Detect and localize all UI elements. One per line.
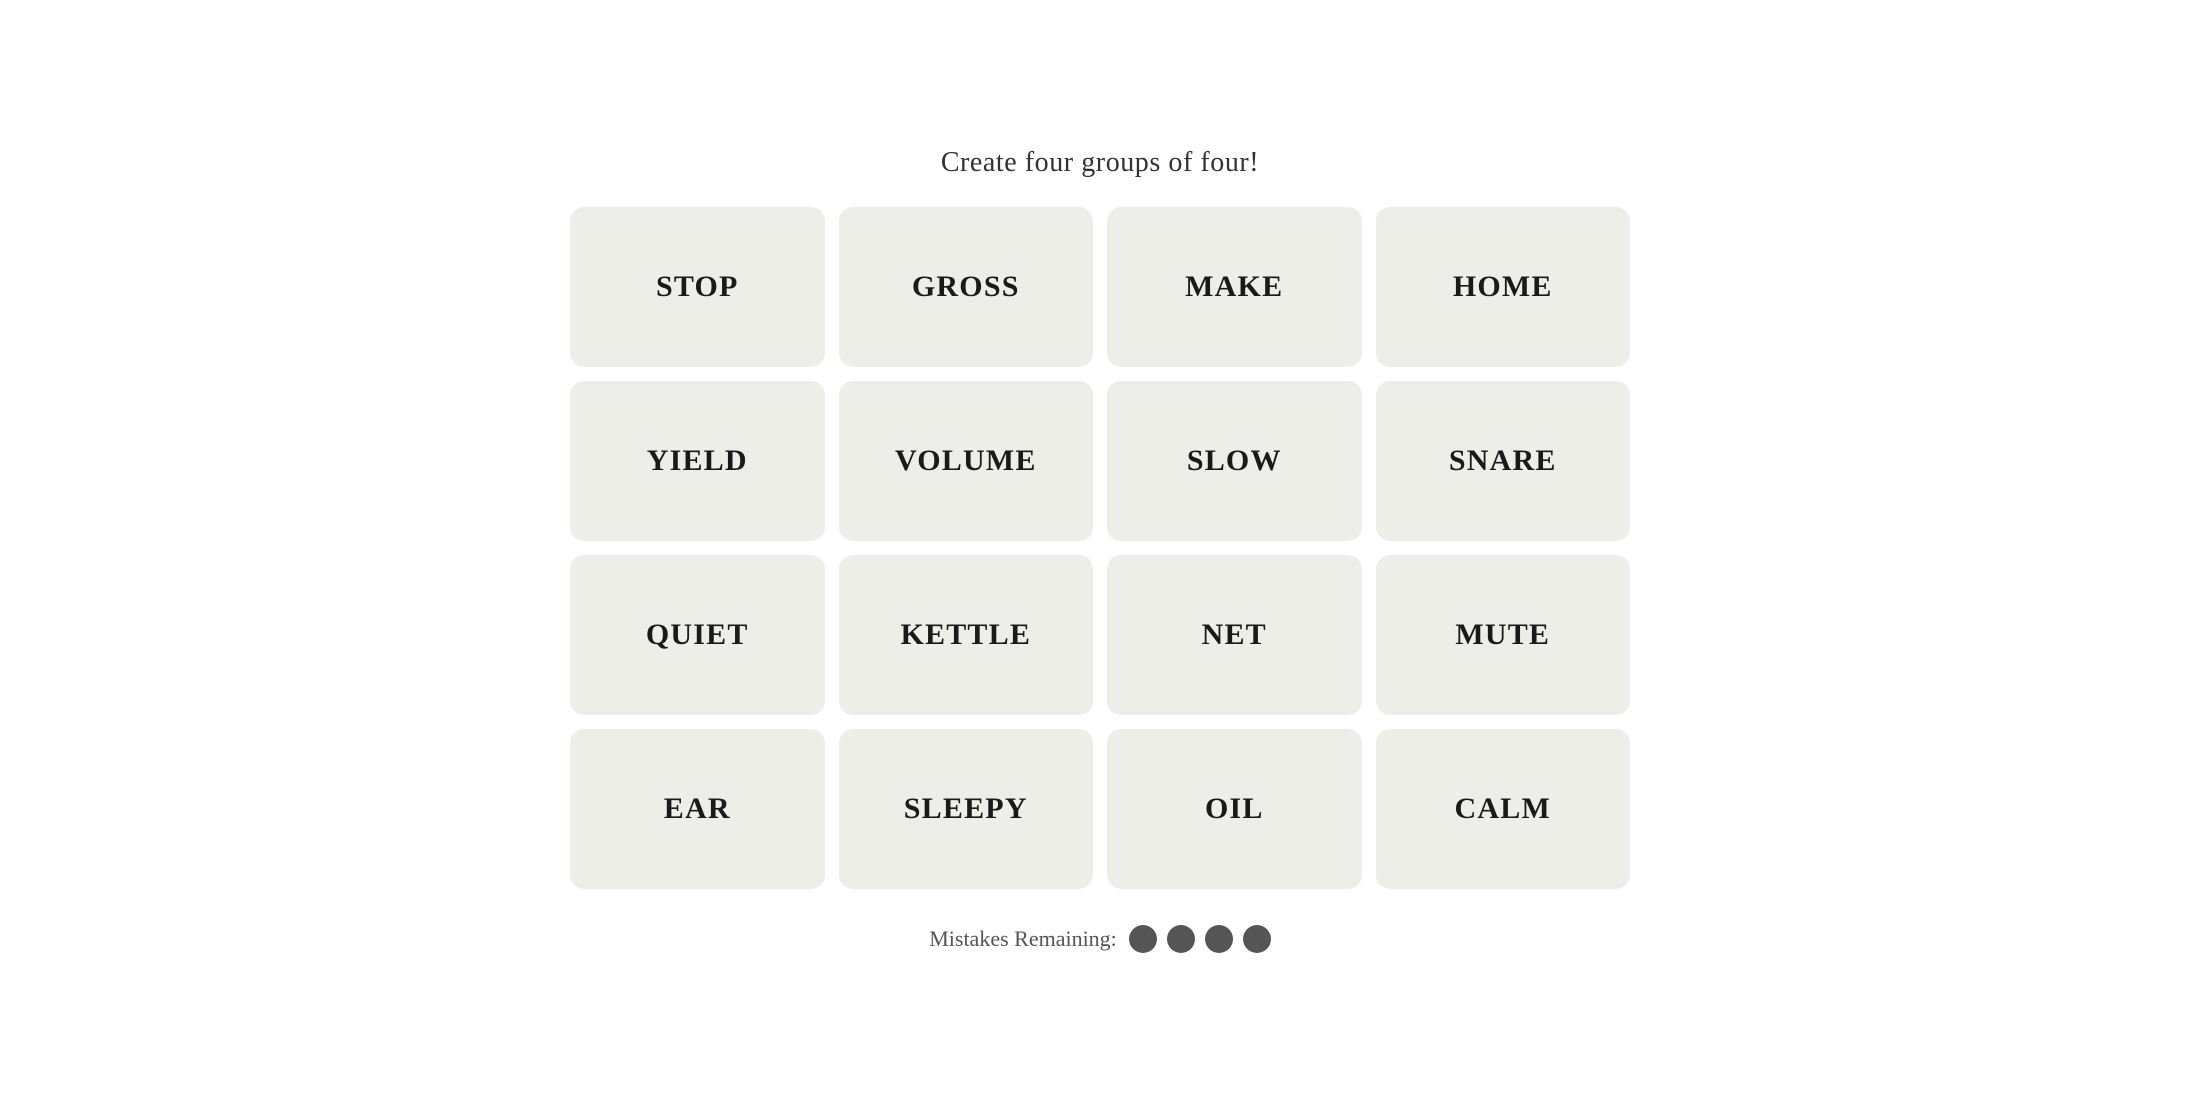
card-label-net: NET (1202, 618, 1267, 652)
mistake-dot-3 (1205, 925, 1233, 953)
card-gross[interactable]: GROSS (839, 207, 1094, 367)
card-net[interactable]: NET (1107, 555, 1362, 715)
card-label-stop: STOP (656, 270, 739, 304)
mistakes-label: Mistakes Remaining: (929, 926, 1117, 952)
card-label-home: HOME (1453, 270, 1553, 304)
card-volume[interactable]: VOLUME (839, 381, 1094, 541)
card-label-mute: MUTE (1455, 618, 1550, 652)
card-ear[interactable]: EAR (570, 729, 825, 889)
subtitle: Create four groups of four! (941, 147, 1259, 179)
mistake-dot-4 (1243, 925, 1271, 953)
card-label-volume: VOLUME (895, 444, 1037, 478)
card-label-ear: EAR (664, 792, 731, 826)
mistakes-row: Mistakes Remaining: (929, 925, 1271, 953)
game-container: Create four groups of four! STOP GROSS MAK… (570, 147, 1630, 953)
mistake-dot-1 (1129, 925, 1157, 953)
card-calm[interactable]: CALM (1376, 729, 1631, 889)
card-snare[interactable]: SNARE (1376, 381, 1631, 541)
card-home[interactable]: HOME (1376, 207, 1631, 367)
card-slow[interactable]: SLOW (1107, 381, 1362, 541)
card-label-quiet: QUIET (646, 618, 749, 652)
card-kettle[interactable]: KETTLE (839, 555, 1094, 715)
card-label-gross: GROSS (912, 270, 1020, 304)
card-label-make: MAKE (1185, 270, 1283, 304)
card-sleepy[interactable]: SLEEPY (839, 729, 1094, 889)
card-yield[interactable]: YIELD (570, 381, 825, 541)
card-mute[interactable]: MUTE (1376, 555, 1631, 715)
mistake-dot-2 (1167, 925, 1195, 953)
card-label-sleepy: SLEEPY (904, 792, 1028, 826)
card-label-snare: SNARE (1449, 444, 1557, 478)
card-make[interactable]: MAKE (1107, 207, 1362, 367)
card-label-kettle: KETTLE (900, 618, 1031, 652)
card-label-oil: OIL (1205, 792, 1264, 826)
word-grid: STOP GROSS MAKE HOME YIELD VOLUME SLOW SNARE QUI… (570, 207, 1630, 889)
card-label-calm: CALM (1455, 792, 1551, 826)
card-oil[interactable]: OIL (1107, 729, 1362, 889)
card-label-yield: YIELD (647, 444, 748, 478)
card-label-slow: SLOW (1187, 444, 1282, 478)
card-quiet[interactable]: QUIET (570, 555, 825, 715)
card-stop[interactable]: STOP (570, 207, 825, 367)
mistakes-dots (1129, 925, 1271, 953)
